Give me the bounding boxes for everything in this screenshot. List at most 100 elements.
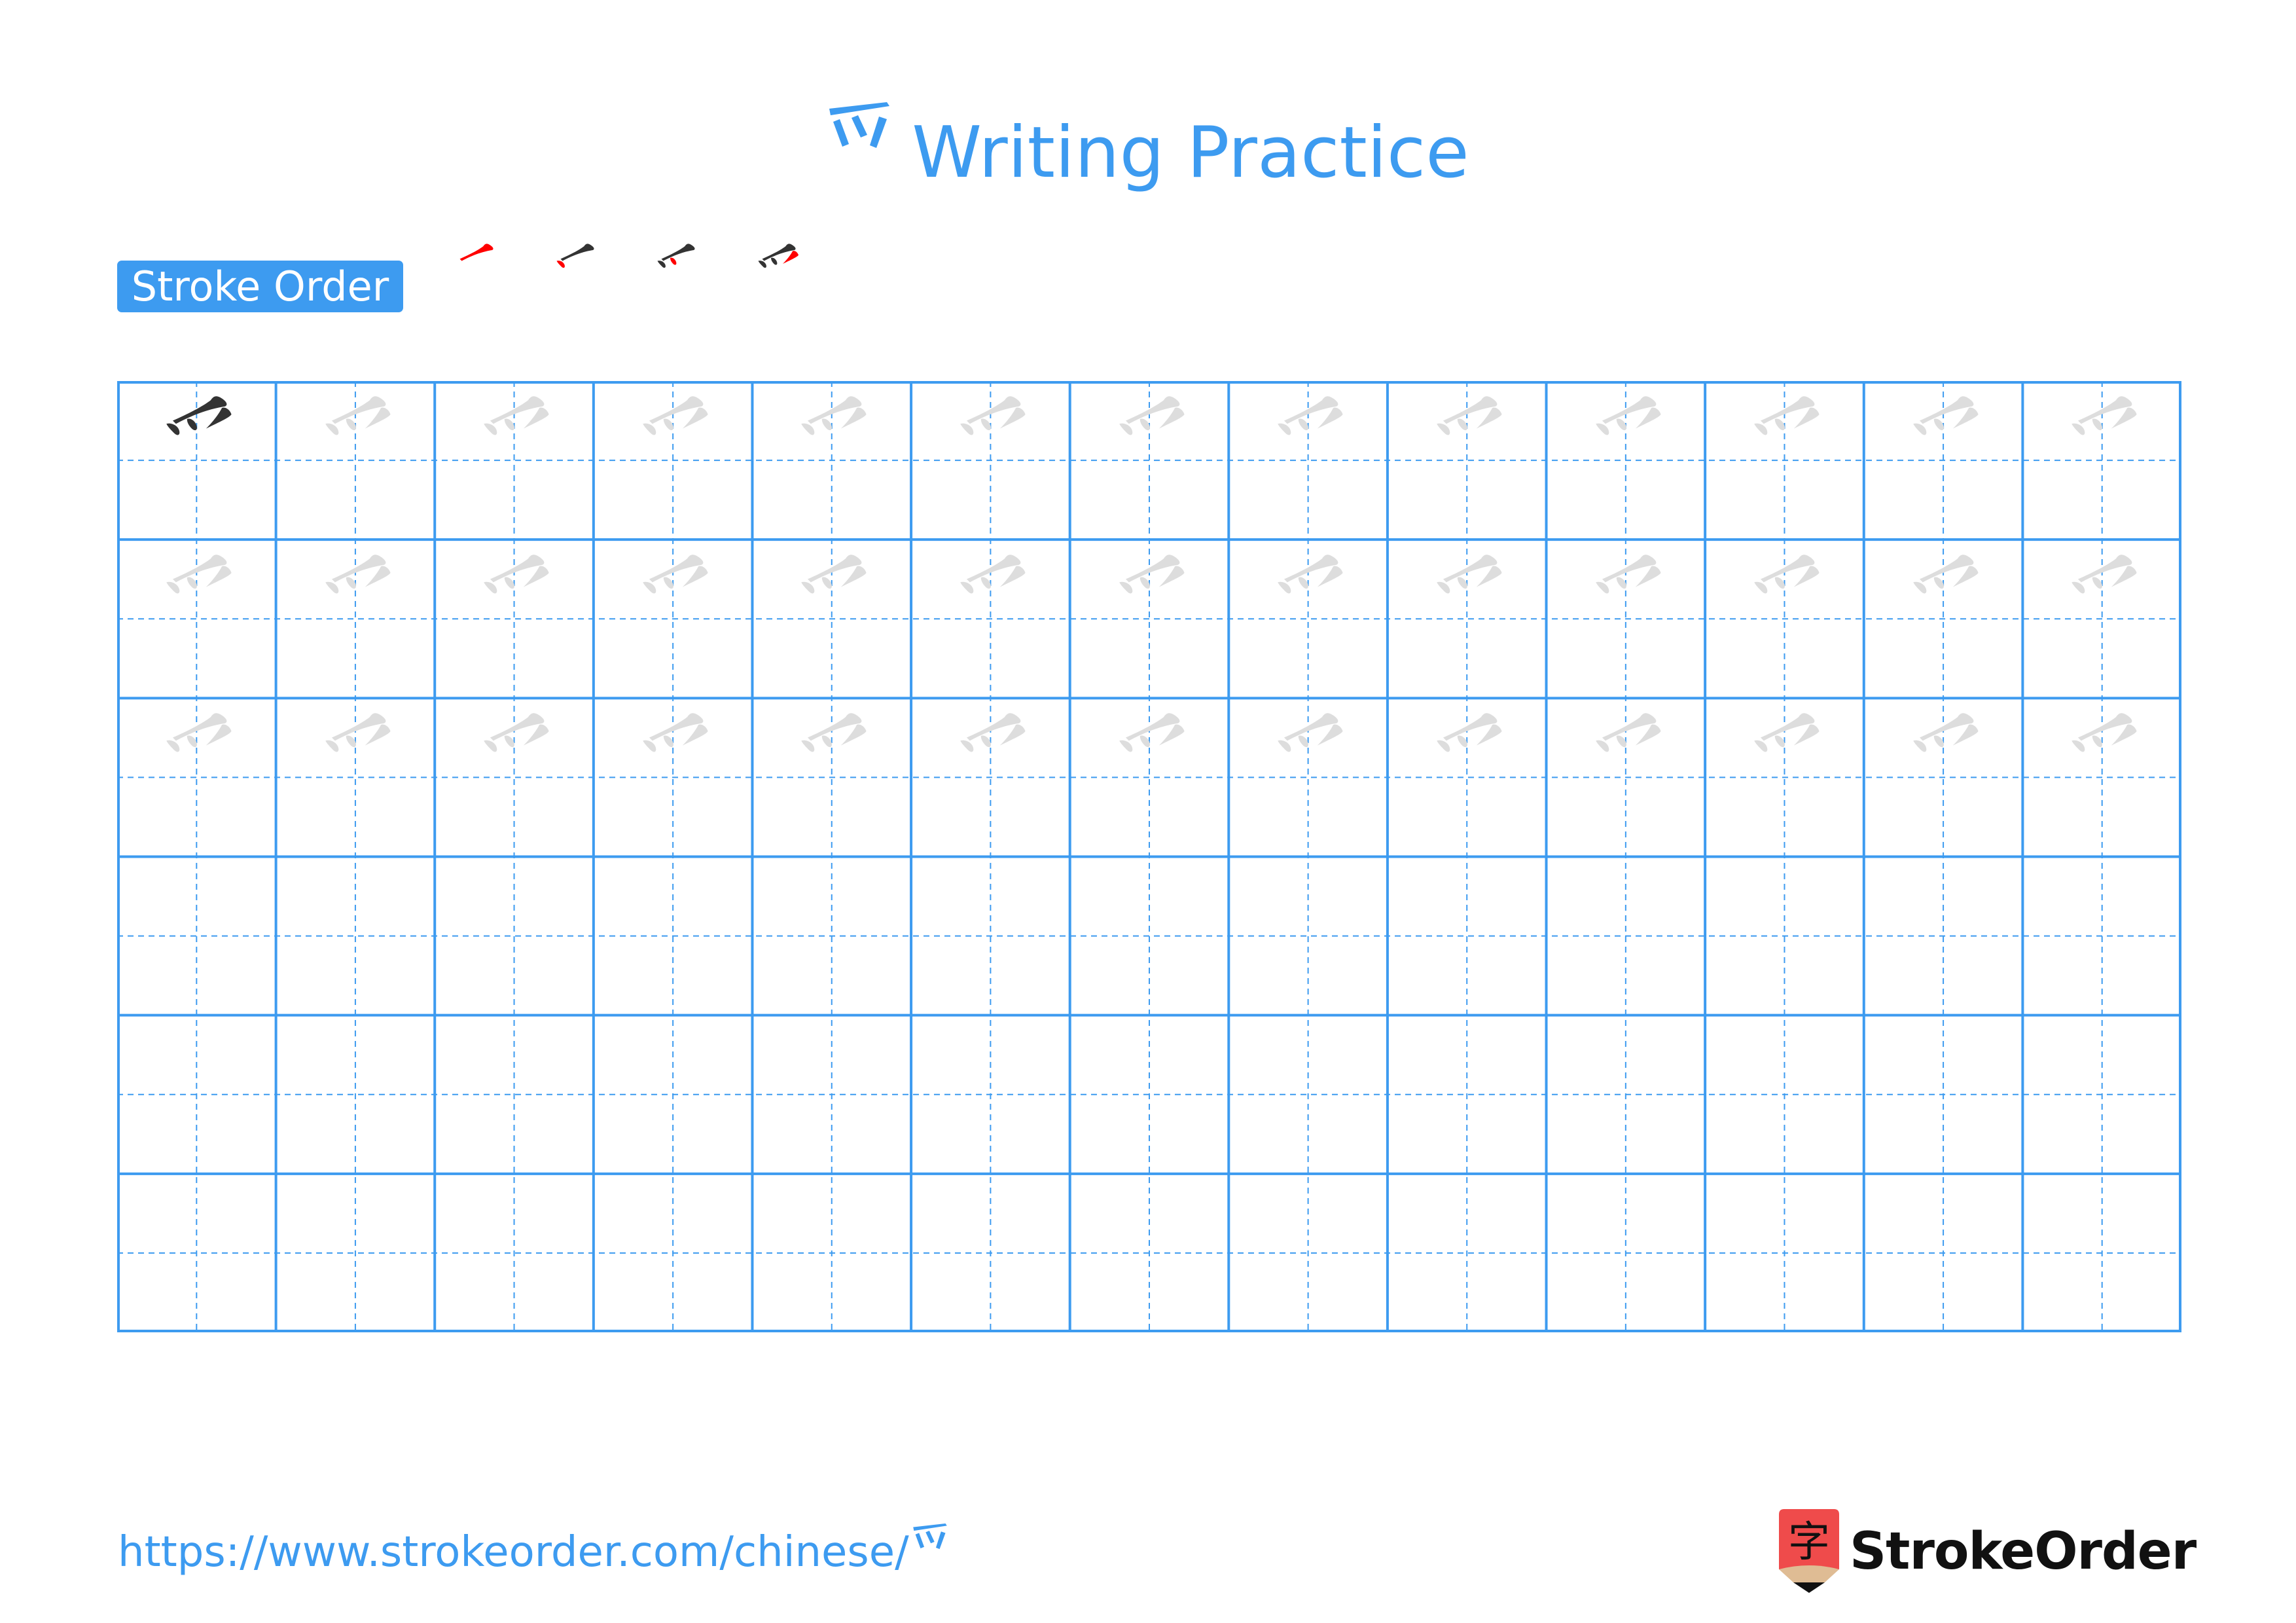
trace-stroke-4 bbox=[841, 724, 867, 746]
trace-stroke-4 bbox=[1318, 566, 1343, 587]
trace-character bbox=[1229, 539, 1388, 698]
trace-stroke-2 bbox=[1437, 740, 1450, 752]
trace-stroke-3 bbox=[1616, 577, 1626, 589]
step-3-stroke-1 bbox=[661, 244, 695, 261]
trace-character bbox=[435, 381, 594, 539]
trace-stroke-2 bbox=[643, 740, 656, 752]
trace-stroke-4 bbox=[1952, 407, 1979, 429]
stroke-order-steps bbox=[425, 244, 826, 313]
trace-stroke-2 bbox=[2072, 740, 2085, 752]
trace-stroke-3 bbox=[504, 418, 515, 431]
trace-stroke-2 bbox=[1913, 740, 1927, 752]
model-character bbox=[117, 381, 276, 539]
trace-stroke-2 bbox=[2072, 581, 2085, 594]
trace-stroke-4 bbox=[524, 407, 549, 429]
trace-stroke-4 bbox=[1635, 407, 1661, 429]
step-1-stroke-1 bbox=[459, 244, 493, 261]
trace-stroke-2 bbox=[1754, 423, 1768, 435]
trace-stroke-2 bbox=[960, 740, 974, 752]
trace-stroke-3 bbox=[1139, 735, 1150, 748]
stroke-order-label: Stroke Order bbox=[117, 261, 403, 312]
trace-character bbox=[1388, 381, 1547, 539]
trace-stroke-3 bbox=[2092, 735, 2103, 748]
trace-stroke-3 bbox=[187, 577, 197, 589]
title-character-glyph bbox=[827, 98, 892, 151]
footer-url-character[interactable] bbox=[912, 1520, 948, 1552]
trace-stroke-2 bbox=[1913, 423, 1927, 435]
footer-url-text[interactable]: https://www.strokeorder.com/chinese/ bbox=[118, 1528, 909, 1577]
trace-character bbox=[1864, 698, 2023, 856]
trace-stroke-3 bbox=[663, 735, 673, 748]
trace-stroke-4 bbox=[1793, 724, 1820, 746]
trace-character bbox=[1864, 539, 2023, 698]
trace-stroke-4 bbox=[1158, 566, 1185, 587]
trace-character bbox=[2022, 381, 2181, 539]
trace-stroke-4 bbox=[999, 407, 1026, 429]
trace-stroke-2 bbox=[1119, 581, 1132, 594]
trace-stroke-4 bbox=[524, 724, 549, 746]
stroke-step-2-image bbox=[556, 244, 594, 268]
trace-stroke-3 bbox=[1933, 735, 1944, 748]
stroke-step-1 bbox=[425, 244, 524, 313]
trace-stroke-4 bbox=[2111, 566, 2137, 587]
trace-stroke-4 bbox=[1318, 407, 1343, 429]
trace-character bbox=[1070, 539, 1229, 698]
trace-stroke-3 bbox=[822, 577, 833, 589]
trace-stroke-3 bbox=[346, 577, 356, 589]
step-2-stroke-2 bbox=[556, 261, 565, 268]
trace-stroke-4 bbox=[365, 407, 391, 429]
trace-stroke-2 bbox=[1119, 423, 1132, 435]
trace-stroke-3 bbox=[980, 735, 992, 748]
trace-stroke-4 bbox=[682, 407, 708, 429]
trace-stroke-2 bbox=[801, 423, 815, 435]
trace-stroke-2 bbox=[960, 581, 974, 594]
trace-stroke-3 bbox=[1299, 418, 1309, 431]
trace-character bbox=[911, 539, 1070, 698]
trace-stroke-4 bbox=[1635, 724, 1661, 746]
trace-stroke-3 bbox=[1774, 735, 1785, 748]
trace-stroke-2 bbox=[801, 581, 815, 594]
pencil-logo-icon: 字 bbox=[1779, 1509, 1839, 1594]
trace-stroke-3 bbox=[187, 735, 197, 748]
trace-character bbox=[1070, 698, 1229, 856]
character-icon bbox=[829, 102, 890, 148]
trace-stroke-3 bbox=[2092, 418, 2103, 431]
strokeorder-logo[interactable]: 字 StrokeOrder bbox=[1779, 1509, 2197, 1594]
trace-stroke-2 bbox=[643, 423, 656, 435]
trace-character bbox=[276, 539, 435, 698]
trace-character bbox=[752, 381, 911, 539]
trace-stroke-2 bbox=[1913, 581, 1927, 594]
model-stroke-2 bbox=[166, 423, 180, 435]
trace-stroke-2 bbox=[1278, 581, 1291, 594]
trace-stroke-4 bbox=[841, 566, 867, 587]
trace-character bbox=[594, 698, 753, 856]
page-title: Writing Practice bbox=[0, 98, 2296, 206]
trace-stroke-3 bbox=[1774, 577, 1785, 589]
trace-stroke-3 bbox=[980, 418, 992, 431]
trace-stroke-2 bbox=[1595, 740, 1609, 752]
trace-stroke-4 bbox=[1158, 407, 1185, 429]
trace-stroke-2 bbox=[166, 740, 180, 752]
trace-stroke-3 bbox=[980, 577, 992, 589]
trace-stroke-4 bbox=[1952, 724, 1979, 746]
trace-stroke-2 bbox=[484, 740, 497, 752]
trace-stroke-2 bbox=[1437, 581, 1450, 594]
model-stroke-4 bbox=[206, 407, 232, 429]
trace-stroke-2 bbox=[643, 581, 656, 594]
trace-character bbox=[1388, 539, 1547, 698]
trace-character bbox=[1070, 381, 1229, 539]
trace-stroke-3 bbox=[1933, 577, 1944, 589]
trace-character bbox=[276, 381, 435, 539]
step-3-stroke-2 bbox=[657, 261, 666, 268]
trace-stroke-4 bbox=[1793, 407, 1820, 429]
stroke-step-2 bbox=[526, 244, 624, 313]
trace-stroke-2 bbox=[960, 423, 974, 435]
footer-url[interactable]: https://www.strokeorder.com/chinese/ bbox=[118, 1520, 948, 1578]
trace-stroke-2 bbox=[1119, 740, 1132, 752]
trace-character bbox=[1547, 381, 1706, 539]
trace-character bbox=[911, 698, 1070, 856]
trace-stroke-2 bbox=[325, 740, 338, 752]
trace-stroke-2 bbox=[1754, 740, 1768, 752]
trace-character bbox=[435, 539, 594, 698]
trace-character bbox=[1705, 539, 1864, 698]
